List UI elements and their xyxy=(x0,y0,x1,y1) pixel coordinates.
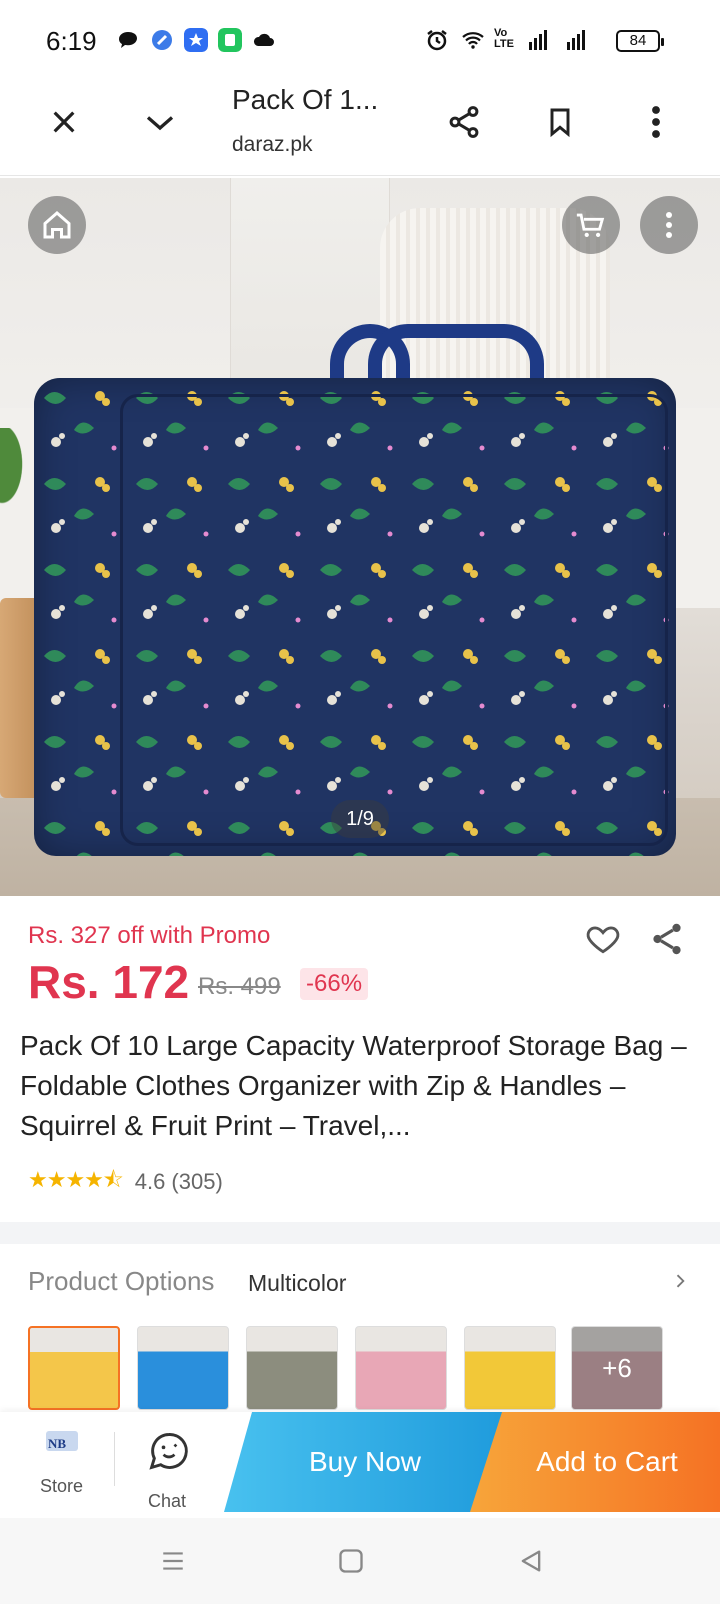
wifi-icon xyxy=(462,32,484,49)
options-value[interactable]: Multicolor xyxy=(248,1270,346,1297)
store-label: Store xyxy=(40,1476,84,1496)
bookmark-icon xyxy=(550,108,570,138)
minimize-button[interactable] xyxy=(134,96,186,148)
close-tab-button[interactable] xyxy=(38,96,90,148)
more-vert-icon xyxy=(666,212,672,238)
original-price: Rs. 499 xyxy=(198,973,281,1000)
options-label: Product Options xyxy=(28,1266,215,1296)
action-separator xyxy=(114,1432,115,1486)
home-nav-button[interactable] xyxy=(328,1538,374,1584)
recent-apps-button[interactable] xyxy=(150,1538,196,1584)
alarm-icon xyxy=(427,30,447,51)
current-price: Rs. 172 xyxy=(28,956,190,1008)
chevron-down-icon xyxy=(146,116,174,131)
back-triangle-icon xyxy=(521,1550,541,1572)
option-thumbnail[interactable]: +6 xyxy=(571,1326,663,1410)
home-icon xyxy=(43,211,71,239)
bag-zipper xyxy=(120,394,668,846)
bookmark-button[interactable] xyxy=(534,96,586,148)
signal-icon xyxy=(529,30,547,50)
background-plant xyxy=(0,428,30,518)
square-icon xyxy=(339,1549,363,1573)
rating-stars-icon: ★★★★⯪ xyxy=(28,1167,124,1192)
app-icon xyxy=(152,30,172,50)
page-domain: daraz.pk xyxy=(232,133,313,156)
menu-icon xyxy=(163,1552,183,1570)
section-divider xyxy=(0,1222,720,1244)
promo-text: Rs. 327 off with Promo xyxy=(28,922,271,949)
option-thumbnail[interactable] xyxy=(28,1326,120,1410)
chat-icon xyxy=(149,1433,188,1470)
discount-badge: -66% xyxy=(300,968,369,1000)
rating-summary[interactable]: ★★★★⯪ 4.6 (305) xyxy=(28,1167,223,1196)
store-logo: NB xyxy=(46,1431,78,1451)
share-icon xyxy=(653,923,681,955)
volte-label: Vo LTE xyxy=(494,27,514,50)
cart-button[interactable] xyxy=(562,196,620,254)
home-button[interactable] xyxy=(28,196,86,254)
status-time: 6:19 xyxy=(46,26,97,56)
back-nav-button[interactable] xyxy=(508,1538,554,1584)
chat-app-icon xyxy=(119,32,137,48)
share-page-button[interactable] xyxy=(438,96,490,148)
share-icon xyxy=(449,106,479,138)
battery-indicator: 84 xyxy=(616,30,664,52)
more-options-count: +6 xyxy=(572,1327,662,1409)
app-icon xyxy=(184,28,208,52)
option-thumbnail[interactable] xyxy=(355,1326,447,1410)
share-product-button[interactable] xyxy=(644,916,690,962)
buy-now-button[interactable]: Buy Now xyxy=(224,1412,506,1512)
chat-button[interactable] xyxy=(144,1426,194,1476)
wishlist-button[interactable] xyxy=(580,916,626,962)
chat-label: Chat xyxy=(148,1491,187,1511)
gallery-menu-button[interactable] xyxy=(640,196,698,254)
cart-icon xyxy=(576,213,605,238)
product-title[interactable]: Pack Of 10 Large Capacity Waterproof Sto… xyxy=(20,1026,690,1146)
rating-text: 4.6 (305) xyxy=(134,1169,223,1194)
cloud-icon xyxy=(253,33,274,46)
page-title: Pack Of 1... xyxy=(232,84,379,115)
status-bar: 6:19 Vo LTE 84 xyxy=(0,0,720,80)
option-thumbnail[interactable] xyxy=(137,1326,229,1410)
heart-icon xyxy=(586,926,620,954)
browser-menu-button[interactable] xyxy=(630,96,682,148)
add-to-cart-button[interactable]: Add to Cart xyxy=(470,1412,720,1512)
more-vert-icon xyxy=(652,106,660,138)
product-photo-bag xyxy=(34,378,676,856)
chevron-right-icon[interactable] xyxy=(670,1270,690,1292)
signal-icon xyxy=(567,30,585,50)
option-thumbnail[interactable] xyxy=(464,1326,556,1410)
option-thumbnail[interactable] xyxy=(246,1326,338,1410)
close-icon xyxy=(53,111,75,133)
system-navigation-bar xyxy=(0,1518,720,1604)
svg-text:NB: NB xyxy=(48,1436,66,1451)
app-icon xyxy=(218,28,242,52)
image-counter: 1/9 xyxy=(331,800,389,838)
